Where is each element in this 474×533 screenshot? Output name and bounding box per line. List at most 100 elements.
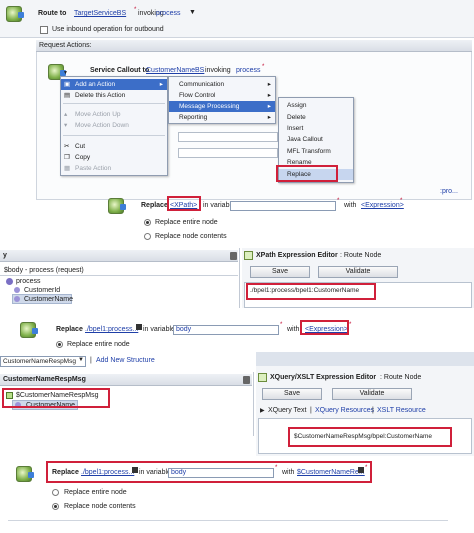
- replace1-contents-radio[interactable]: [144, 233, 151, 240]
- structure-select-value: CustomerNameRespMsg: [3, 358, 76, 365]
- paste-icon: ▦: [64, 165, 71, 172]
- submenu-arrow-icon: ▸: [267, 81, 271, 88]
- replace-action-icon[interactable]: [16, 466, 34, 482]
- chevron-down-icon[interactable]: ▼: [189, 9, 196, 16]
- menu-divider: [63, 103, 165, 104]
- info-icon[interactable]: [132, 467, 138, 473]
- scissors-icon: ✂: [64, 143, 70, 150]
- request-actions-header: Request Actions:: [36, 40, 472, 52]
- action-context-menu: ▣ Add an Action ▸ ▤ Delete this Action ▴ Mov…: [60, 76, 168, 176]
- add-icon: ▣: [64, 81, 71, 88]
- replace1-label: Replace: [141, 202, 168, 209]
- mp-java-callout[interactable]: Java Callout: [279, 134, 353, 145]
- mp-delete[interactable]: Delete: [279, 112, 353, 123]
- add-new-structure-link[interactable]: Add New Structure: [96, 357, 155, 364]
- replace3-xpath-link[interactable]: ./bpel1:process...: [81, 469, 134, 476]
- xquery-text-tab[interactable]: XQuery Text: [268, 407, 306, 414]
- variables-panel-title: y: [3, 252, 7, 259]
- xquery-editor-title: XQuery/XSLT Expression Editor: [270, 374, 377, 381]
- arrow-right-icon: ▶: [260, 408, 265, 414]
- route-node-icon[interactable]: [6, 6, 24, 22]
- mp-assign[interactable]: Assign: [279, 100, 353, 111]
- route-service-link[interactable]: TargetServiceBS: [74, 10, 126, 17]
- callout-operation-select[interactable]: process: [236, 67, 261, 74]
- xquery-editor-topbar: [256, 352, 474, 366]
- info-icon[interactable]: [136, 324, 142, 330]
- menu-delete-action-label: Delete this Action: [75, 92, 126, 99]
- tree-leaf-icon: [14, 287, 20, 293]
- required-marker: *: [349, 322, 352, 328]
- replace-action-icon[interactable]: [20, 322, 38, 338]
- route-operation-select[interactable]: process: [156, 10, 181, 17]
- xpath-save-button[interactable]: Save: [250, 266, 310, 278]
- mp-mfl-transform[interactable]: MFL Transform: [279, 146, 353, 157]
- replace-highlight-box: [276, 165, 338, 182]
- replace2-entire-radio[interactable]: [56, 341, 63, 348]
- replace2-xpath-link[interactable]: ./bpel1:process...: [85, 326, 138, 333]
- xpath-highlight-box: [167, 196, 201, 211]
- callout-service-link[interactable]: CustomerNameBS: [146, 67, 204, 74]
- submenu-reporting[interactable]: Reporting ▸: [169, 112, 275, 123]
- replace3-contents-radio[interactable]: [52, 503, 59, 510]
- submenu-flow-control[interactable]: Flow Control ▸: [169, 90, 275, 101]
- resp-panel-title: CustomerNameRespMsg: [3, 376, 86, 383]
- replace2-in-variable: in variable: [143, 326, 175, 333]
- variables-panel-header: y: [0, 250, 238, 262]
- tree-body-row[interactable]: $body - process (request): [4, 266, 84, 275]
- chevron-down-icon[interactable]: ▼: [78, 357, 84, 363]
- required-marker: *: [280, 322, 283, 328]
- menu-move-down[interactable]: ▾ Move Action Down: [61, 120, 167, 131]
- menu-move-up[interactable]: ▴ Move Action Up: [61, 109, 167, 120]
- menu-cut[interactable]: ✂ Cut: [61, 141, 167, 152]
- editor-icon: [258, 373, 267, 382]
- xpath-validate-button[interactable]: Validate: [318, 266, 398, 278]
- replace3-entire-radio[interactable]: [52, 489, 59, 496]
- xpath-editor-context: : Route Node: [340, 252, 382, 259]
- replace3-variable-input[interactable]: body: [168, 468, 274, 478]
- partial-link[interactable]: :pro...: [440, 188, 458, 195]
- trash-icon[interactable]: [230, 252, 237, 260]
- info-icon[interactable]: [358, 467, 364, 473]
- move-down-icon: ▾: [64, 122, 68, 129]
- submenu-flow-control-label: Flow Control: [179, 92, 216, 99]
- request-actions-label: Request Actions:: [39, 42, 92, 49]
- replace1-variable-input[interactable]: [230, 201, 336, 211]
- xpath-expression-highlight: [246, 283, 376, 300]
- resp-panel-header: CustomerNameRespMsg: [0, 374, 252, 386]
- tree-customer-name-row[interactable]: CustomerName: [24, 295, 73, 304]
- menu-copy[interactable]: ❐ Copy: [61, 152, 167, 163]
- replace2-label: Replace: [56, 326, 83, 333]
- tree-leaf-icon: [14, 296, 20, 302]
- menu-cut-label: Cut: [75, 143, 86, 150]
- replace2-with: with: [287, 326, 300, 333]
- inbound-checkbox[interactable]: [40, 26, 48, 34]
- replace3-in-variable: in variable: [139, 469, 171, 476]
- required-marker: *: [337, 198, 340, 204]
- xquery-save-button[interactable]: Save: [262, 388, 322, 400]
- callout-marker: *: [262, 64, 265, 70]
- trash-icon[interactable]: [243, 376, 250, 384]
- xslt-resource-tab[interactable]: XSLT Resource: [377, 407, 426, 414]
- structure-select[interactable]: CustomerNameRespMsg: [0, 356, 86, 367]
- mp-insert[interactable]: Insert: [279, 123, 353, 134]
- submenu-message-processing-label: Message Processing: [179, 103, 240, 110]
- replace1-entire-label: Replace entire node: [155, 219, 218, 226]
- submenu-arrow-icon: ▸: [159, 81, 163, 88]
- menu-delete-action[interactable]: ▤ Delete this Action: [61, 90, 167, 101]
- move-up-icon: ▴: [64, 111, 68, 118]
- menu-add-action[interactable]: ▣ Add an Action ▸: [61, 79, 167, 90]
- tree-process-row[interactable]: process: [16, 277, 41, 286]
- replace-action-icon[interactable]: [108, 198, 126, 214]
- replace1-expression-link[interactable]: <Expression>: [361, 202, 404, 209]
- replace2-variable-input[interactable]: body: [173, 325, 279, 335]
- submenu-communication[interactable]: Communication ▸: [169, 79, 275, 90]
- xquery-resources-tab[interactable]: XQuery Resources: [315, 407, 374, 414]
- bottom-divider: [8, 520, 448, 521]
- xquery-validate-button[interactable]: Validate: [332, 388, 412, 400]
- menu-paste[interactable]: ▦ Paste Action: [61, 163, 167, 174]
- route-service-marker: *: [134, 7, 137, 13]
- menu-add-action-label: Add an Action: [75, 81, 116, 88]
- replace1-entire-radio[interactable]: [144, 219, 151, 226]
- submenu-message-processing[interactable]: Message Processing ▸: [169, 101, 275, 112]
- replace3-expression-link[interactable]: $CustomerNameRe...: [297, 469, 365, 476]
